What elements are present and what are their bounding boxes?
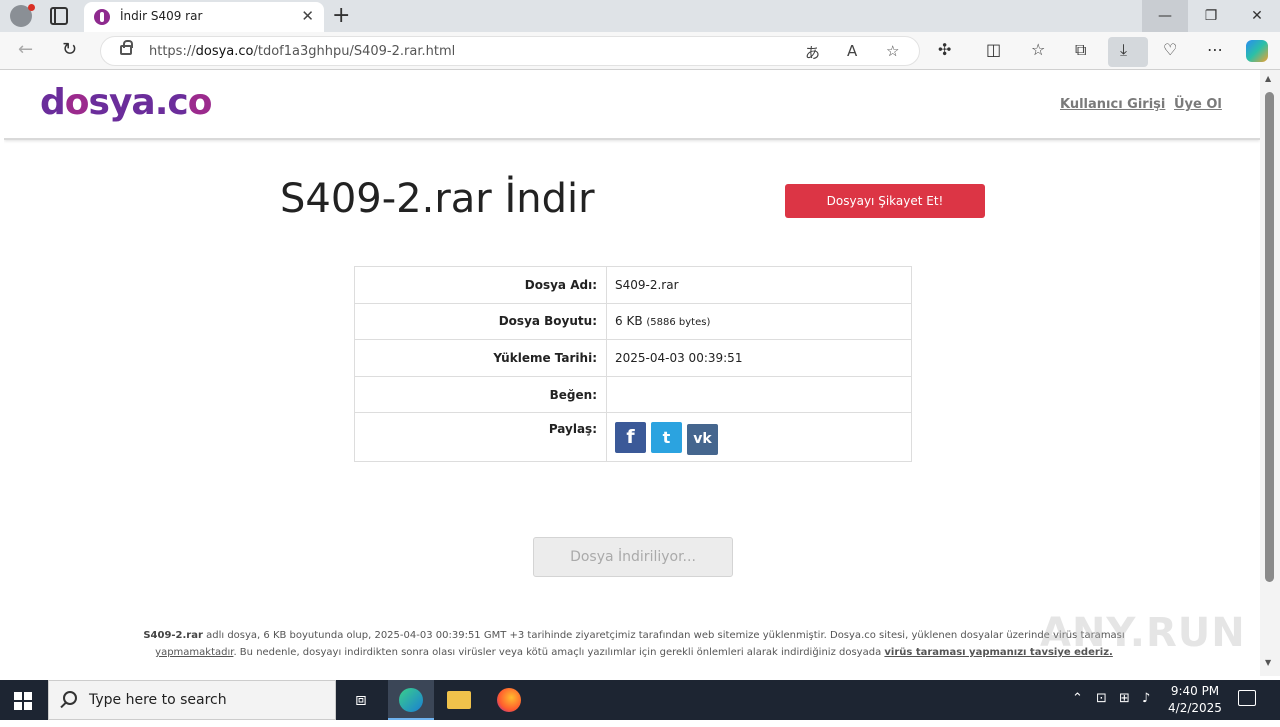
web-page: dosya.co Kullanıcı Girişi Üye Ol S409-2.… [4, 70, 1260, 676]
copilot-icon[interactable] [1246, 40, 1268, 62]
favorite-star-icon[interactable]: ☆ [886, 42, 899, 60]
browser-toolbar: ← ↻ https://dosya.co/tdof1a3ghhpu/S409-2… [0, 32, 1280, 70]
windows-start-icon[interactable] [14, 692, 32, 710]
tray-app-icon[interactable]: ⊡ [1096, 691, 1107, 706]
file-explorer-icon[interactable] [436, 680, 482, 720]
table-row: Dosya Boyutu: 6 KB (5886 bytes) [354, 302, 912, 341]
read-aloud-icon[interactable]: A [847, 42, 857, 60]
file-size-value: 6 KB [615, 314, 643, 329]
site-favicon-icon [94, 9, 110, 25]
upload-date-label: Yükleme Tarihi: [354, 339, 607, 377]
edge-taskbar-icon[interactable] [388, 680, 434, 720]
browser-tab-active[interactable]: İndir S409 rar ✕ [84, 2, 324, 32]
taskbar-clock[interactable]: 9:40 PM 4/2/2025 [1160, 683, 1230, 717]
taskbar-search-box[interactable]: Type here to search [48, 680, 336, 720]
file-size-label: Dosya Boyutu: [354, 302, 607, 341]
footer-text-1: adlı dosya, 6 KB boyutunda olup, 2025-04… [202, 630, 1125, 641]
page-scrollbar[interactable]: ▲ ▼ [1260, 70, 1280, 676]
more-menu-icon[interactable]: ⋯ [1207, 40, 1223, 59]
taskbar-search-placeholder: Type here to search [89, 692, 227, 708]
collections-icon[interactable]: ⧉ [1075, 40, 1086, 60]
table-row: Paylaş: f t vk [354, 412, 912, 463]
extensions-icon[interactable]: ✣ [938, 40, 951, 59]
volume-icon[interactable]: ♪ [1142, 691, 1150, 706]
table-row: Yükleme Tarihi: 2025-04-03 00:39:51 [354, 339, 912, 377]
twitter-share-icon[interactable]: t [651, 422, 682, 454]
file-size-cell: 6 KB (5886 bytes) [606, 302, 912, 341]
anyrun-watermark: ANY.RUN [1040, 610, 1246, 656]
task-view-icon[interactable]: ⧈ [338, 680, 384, 720]
vk-share-icon[interactable]: vk [687, 424, 718, 456]
window-close-button[interactable]: ✕ [1234, 0, 1280, 32]
share-buttons: f t vk [606, 412, 912, 463]
site-header: dosya.co Kullanıcı Girişi Üye Ol [4, 70, 1260, 140]
report-file-button[interactable]: Dosyayı Şikayet Et! [785, 184, 985, 218]
profile-notification-dot [28, 4, 35, 11]
file-info-table: Dosya Adı: S409-2.rar Dosya Boyutu: 6 KB… [354, 266, 912, 463]
footer-disclaimer: S409-2.rar adlı dosya, 6 KB boyutunda ol… [104, 627, 1164, 661]
new-tab-button[interactable]: + [332, 3, 350, 28]
footer-text-2: . Bu nedenle, dosyayı indirdikten sonra … [233, 647, 885, 658]
register-link[interactable]: Üye Ol [1174, 97, 1222, 112]
reload-icon[interactable]: ↻ [62, 40, 77, 60]
file-size-bytes: (5886 bytes) [646, 317, 711, 329]
window-minimize-button[interactable]: — [1142, 0, 1188, 32]
translate-icon[interactable]: あ [805, 42, 820, 63]
site-logo[interactable]: dosya.co [40, 82, 212, 123]
browser-essentials-icon[interactable]: ♡ [1163, 40, 1177, 59]
footer-link-1[interactable]: yapmamaktadır [155, 647, 233, 658]
tab-close-icon[interactable]: ✕ [301, 7, 314, 25]
facebook-share-icon[interactable]: f [615, 422, 646, 454]
upload-date-value: 2025-04-03 00:39:51 [606, 339, 912, 377]
address-bar[interactable]: https://dosya.co/tdof1a3ghhpu/S409-2.rar… [100, 36, 920, 66]
table-row: Beğen: [354, 375, 912, 414]
split-screen-icon[interactable]: ◫ [986, 40, 1001, 59]
scroll-up-icon[interactable]: ▲ [1265, 74, 1271, 83]
url-text[interactable]: https://dosya.co/tdof1a3ghhpu/S409-2.rar… [149, 44, 455, 59]
scroll-down-icon[interactable]: ▼ [1265, 658, 1271, 667]
windows-taskbar: Type here to search ⧈ ⌃ ⊡ ⊞ ♪ 9:40 PM 4/… [0, 680, 1280, 720]
tab-actions-icon[interactable] [50, 7, 68, 25]
tray-chevron-icon[interactable]: ⌃ [1072, 691, 1083, 706]
table-row: Dosya Adı: S409-2.rar [354, 266, 912, 304]
downloads-button[interactable] [1108, 37, 1148, 67]
network-icon[interactable]: ⊞ [1119, 691, 1130, 706]
scrollbar-thumb[interactable] [1265, 92, 1274, 582]
notification-icon[interactable] [1238, 690, 1256, 706]
login-link[interactable]: Kullanıcı Girişi [1060, 97, 1165, 112]
clock-date: 4/2/2025 [1168, 701, 1222, 715]
footer-filename: S409-2.rar [143, 630, 203, 641]
firefox-icon[interactable] [486, 680, 532, 720]
file-name-value: S409-2.rar [606, 266, 912, 304]
like-label: Beğen: [354, 375, 607, 414]
lock-icon[interactable] [120, 40, 133, 55]
tab-title: İndir S409 rar [120, 9, 203, 23]
download-button[interactable]: Dosya İndiriliyor... [533, 537, 733, 577]
share-label: Paylaş: [354, 412, 607, 463]
back-arrow-icon[interactable]: ← [18, 40, 33, 60]
download-icon[interactable]: ⤓ [1120, 40, 1127, 60]
window-restore-button[interactable]: ❐ [1188, 0, 1234, 32]
like-value [606, 375, 912, 414]
browser-tab-strip: İndir S409 rar ✕ + — ❐ ✕ [0, 0, 1280, 32]
search-icon [63, 691, 77, 705]
clock-time: 9:40 PM [1170, 684, 1220, 698]
favorites-icon[interactable]: ☆ [1031, 40, 1045, 59]
page-title: S409-2.rar İndir [280, 176, 595, 222]
file-name-label: Dosya Adı: [354, 266, 607, 304]
